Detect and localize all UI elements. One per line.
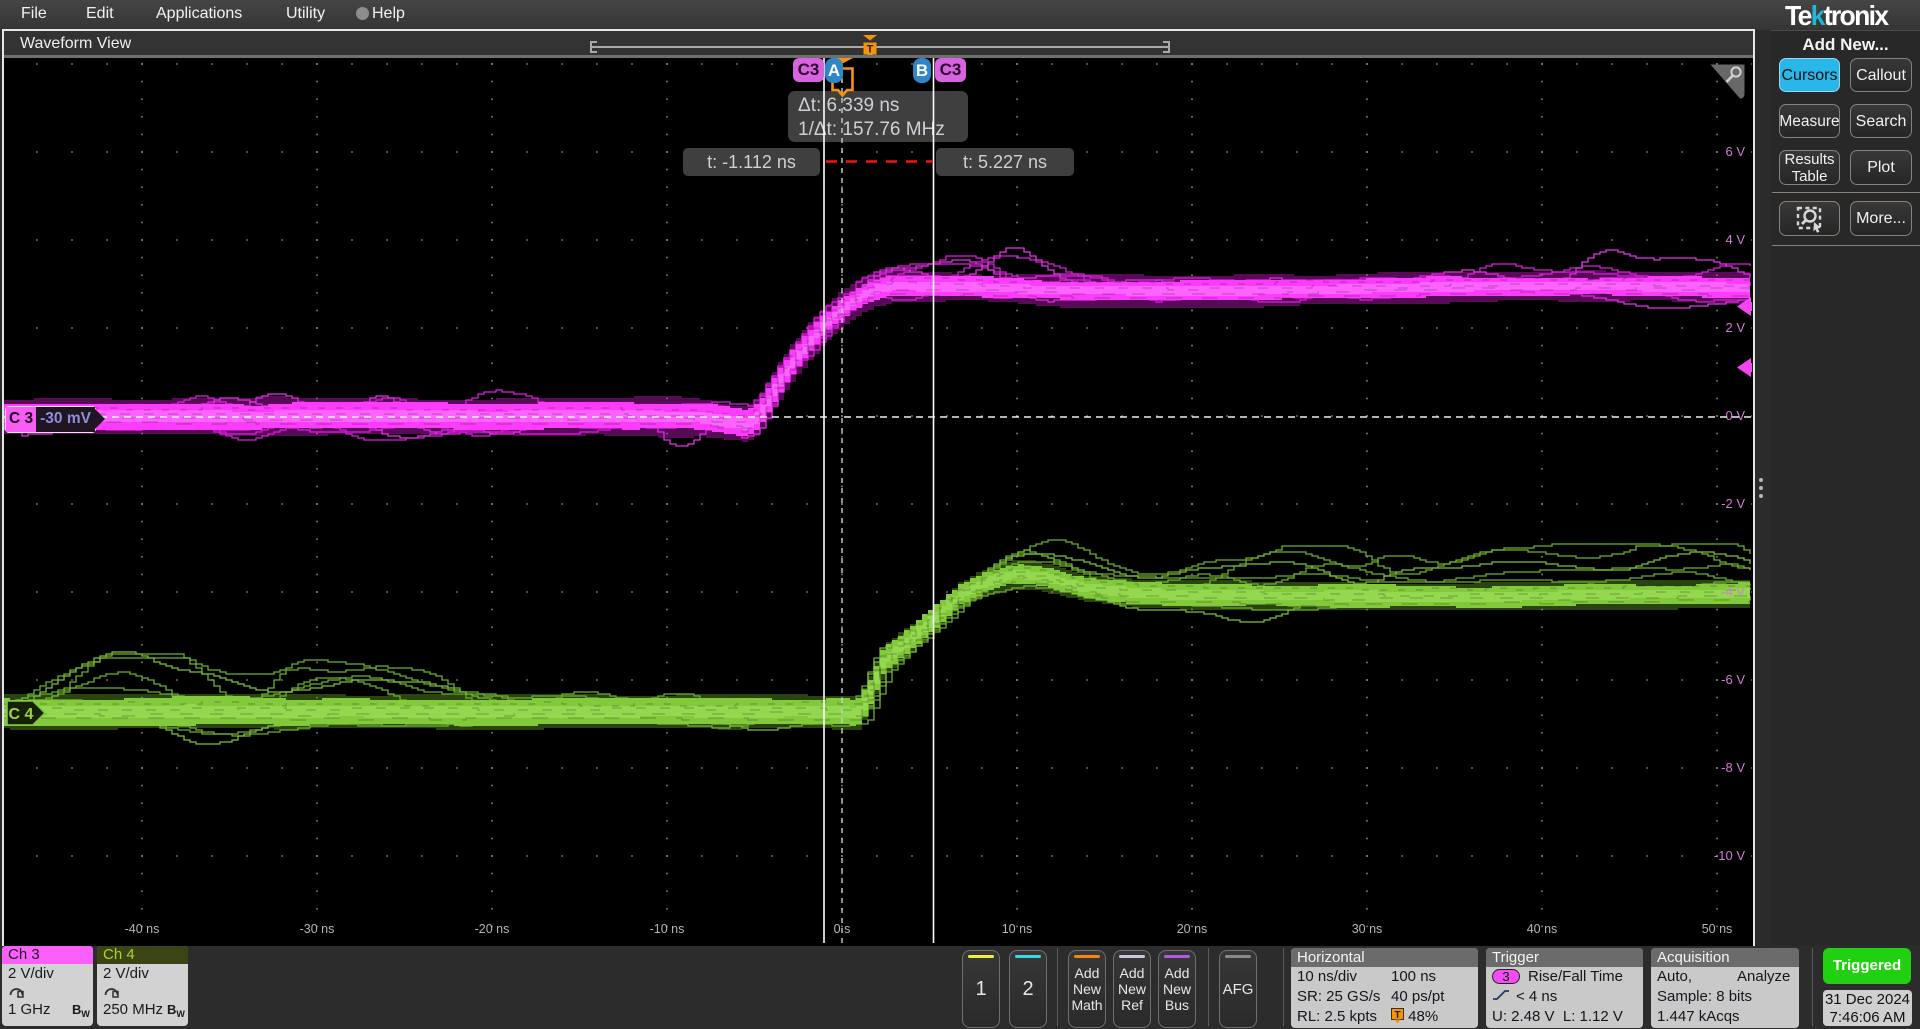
svg-text:T: T	[867, 44, 874, 56]
svg-text:C 4: C 4	[9, 706, 34, 723]
svg-text:T: T	[1394, 1010, 1400, 1021]
